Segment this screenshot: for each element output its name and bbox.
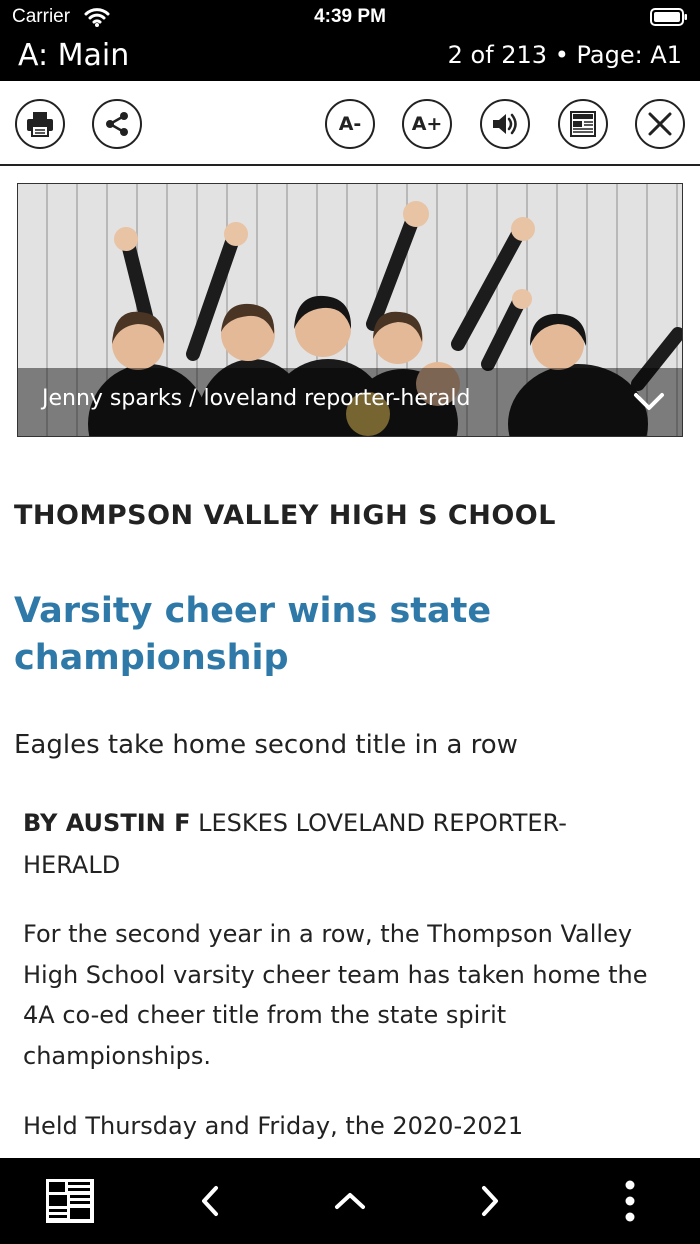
article-byline: BY AUSTIN F LESKES LOVELAND REPORTER-HER… <box>23 802 663 886</box>
chevron-right-icon <box>482 1186 498 1216</box>
read-aloud-button[interactable] <box>480 99 530 149</box>
caption-bar[interactable]: Jenny sparks / loveland reporter-herald <box>18 368 682 436</box>
font-increase-icon: A+ <box>411 113 443 135</box>
article-toolbar: A- A+ <box>0 81 700 166</box>
chevron-up-icon <box>335 1193 365 1209</box>
article-headline: Varsity cheer wins state championship <box>14 591 492 678</box>
font-increase-button[interactable]: A+ <box>402 99 452 149</box>
article-paragraph: For the second year in a row, the Thomps… <box>23 920 648 1070</box>
previous-article-button[interactable] <box>183 1174 237 1228</box>
chevron-left-icon <box>202 1186 218 1216</box>
close-button[interactable] <box>635 99 685 149</box>
chevron-down-icon[interactable] <box>632 386 666 416</box>
article-kicker: THOMPSON VALLEY HIGH S CHOOL <box>14 500 556 531</box>
print-button[interactable] <box>15 99 65 149</box>
bottom-nav-bar <box>0 1158 700 1244</box>
speaker-icon <box>493 113 517 135</box>
article-list-button[interactable] <box>323 1174 377 1228</box>
share-button[interactable] <box>92 99 142 149</box>
battery-icon <box>650 8 687 26</box>
more-vertical-icon <box>625 1180 635 1222</box>
status-bar: Carrier 4:39 PM <box>0 0 700 36</box>
page-view-nav-button[interactable] <box>43 1174 97 1228</box>
page-indicator: 2 of 213 • Page: A1 <box>447 41 682 69</box>
photo-caption: Jenny sparks / loveland reporter-herald <box>42 386 471 411</box>
more-options-button[interactable] <box>603 1174 657 1228</box>
newspaper-icon <box>46 1179 94 1223</box>
article-paragraph: Held Thursday and Friday, the 2020-2021 <box>23 1112 524 1140</box>
article-subhead: Eagles take home second title in a row <box>14 730 518 760</box>
font-decrease-button[interactable]: A- <box>325 99 375 149</box>
newspaper-icon <box>570 111 596 137</box>
article-photo[interactable]: Jenny sparks / loveland reporter-herald <box>17 183 683 437</box>
close-icon <box>648 112 672 136</box>
print-icon <box>27 112 53 137</box>
byline-author: BY AUSTIN F <box>23 809 191 837</box>
status-time: 4:39 PM <box>314 6 386 27</box>
next-article-button[interactable] <box>463 1174 517 1228</box>
share-icon <box>106 112 128 136</box>
section-title: A: Main <box>18 38 130 73</box>
font-decrease-icon: A- <box>338 113 362 135</box>
title-bar: A: Main 2 of 213 • Page: A1 <box>0 36 700 81</box>
page-view-button[interactable] <box>558 99 608 149</box>
